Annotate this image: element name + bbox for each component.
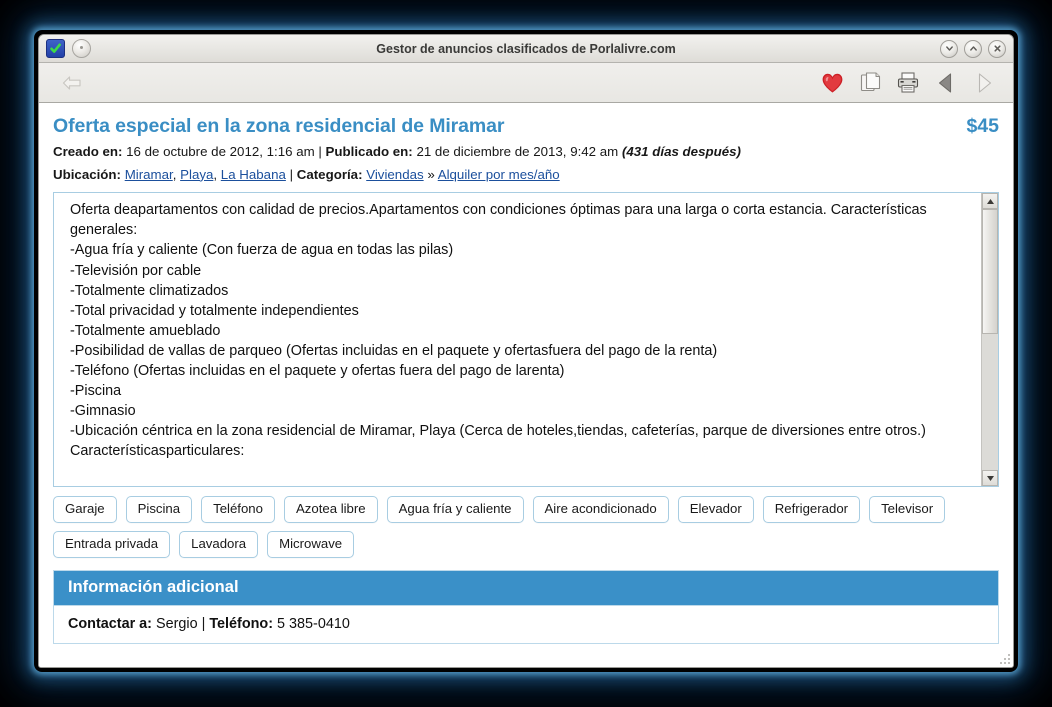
meta-separator: | — [318, 144, 321, 159]
maximize-button[interactable] — [964, 40, 982, 58]
window-menu-icon[interactable] — [72, 39, 91, 58]
location-link-miramar[interactable]: Miramar — [125, 167, 173, 182]
ad-dates-line: Creado en: 16 de octubre de 2012, 1:16 a… — [53, 144, 999, 161]
ad-header: Oferta especial en la zona residencial d… — [53, 115, 999, 138]
phone-label: Teléfono: — [209, 616, 273, 632]
amenity-tag[interactable]: Piscina — [126, 496, 193, 523]
window-controls — [940, 40, 1006, 58]
amenity-tag[interactable]: Lavadora — [179, 531, 258, 558]
published-label: Publicado en: — [326, 144, 413, 159]
elapsed-days: (431 días después) — [622, 144, 741, 159]
amenity-tag[interactable]: Microwave — [267, 531, 354, 558]
close-button[interactable] — [988, 40, 1006, 58]
additional-info-header: Información adicional — [54, 571, 998, 605]
toolbar-actions — [815, 67, 1001, 99]
amenity-tag[interactable]: Azotea libre — [284, 496, 378, 523]
amenity-tag[interactable]: Refrigerador — [763, 496, 860, 523]
window-title: Gestor de anuncios clasificados de Porla… — [39, 35, 1013, 63]
toolbar — [39, 63, 1013, 103]
description-text: Oferta deapartamentos con calidad de pre… — [70, 200, 973, 461]
created-label: Creado en: — [53, 144, 122, 159]
application-window: Gestor de anuncios clasificados de Porla… — [38, 34, 1014, 668]
copy-pages-icon[interactable] — [853, 67, 887, 99]
amenity-tag[interactable]: Elevador — [678, 496, 754, 523]
scrollbar-track[interactable] — [982, 209, 998, 470]
location-link-playa[interactable]: Playa — [180, 167, 213, 182]
contact-label: Contactar a: — [68, 616, 152, 632]
meta-separator-2: | — [290, 167, 293, 182]
description-panel: Oferta deapartamentos con calidad de pre… — [53, 192, 999, 487]
ad-price: $45 — [952, 115, 999, 138]
ad-title: Oferta especial en la zona residencial d… — [53, 115, 504, 138]
location-link-la-habana[interactable]: La Habana — [221, 167, 286, 182]
printer-icon[interactable] — [891, 67, 925, 99]
amenity-tag[interactable]: Aire acondicionado — [533, 496, 669, 523]
amenity-tag[interactable]: Agua fría y caliente — [387, 496, 524, 523]
description-scroll-viewport[interactable]: Oferta deapartamentos con calidad de pre… — [54, 193, 981, 486]
category-link-alquiler[interactable]: Alquiler por mes/año — [438, 167, 560, 182]
contact-separator: | — [202, 616, 206, 632]
scrollbar-thumb[interactable] — [982, 209, 998, 334]
checkmark-icon[interactable] — [46, 39, 65, 58]
published-value: 21 de diciembre de 2013, 9:42 am — [416, 144, 618, 159]
ad-content-area: Oferta especial en la zona residencial d… — [39, 103, 1013, 667]
ad-location-line: Ubicación: Miramar, Playa, La Habana | C… — [53, 167, 999, 184]
favorite-heart-icon[interactable] — [815, 67, 849, 99]
amenity-tag[interactable]: Teléfono — [201, 496, 275, 523]
title-bar[interactable]: Gestor de anuncios clasificados de Porla… — [39, 35, 1013, 63]
amenity-tag[interactable]: Entrada privada — [53, 531, 170, 558]
phone-value: 5 385-0410 — [277, 616, 350, 632]
created-value: 16 de octubre de 2012, 1:16 am — [126, 144, 315, 159]
back-arrow-icon[interactable] — [55, 67, 89, 99]
contact-info-row: Contactar a: Sergio | Teléfono: 5 385-04… — [54, 605, 998, 643]
minimize-button[interactable] — [940, 40, 958, 58]
contact-value: Sergio — [156, 616, 198, 632]
resize-grip[interactable] — [999, 653, 1011, 665]
desktop-background: Gestor de anuncios clasificados de Porla… — [0, 0, 1052, 707]
amenity-tag[interactable]: Garaje — [53, 496, 117, 523]
amenity-tag-list: Garaje Piscina Teléfono Azotea libre Agua fr… — [53, 496, 999, 558]
location-label: Ubicación: — [53, 167, 121, 182]
category-chevron: » — [427, 167, 434, 182]
amenity-tag[interactable]: Televisor — [869, 496, 945, 523]
category-label: Categoría: — [297, 167, 363, 182]
category-link-viviendas[interactable]: Viviendas — [366, 167, 423, 182]
title-bar-left-controls — [46, 39, 91, 58]
scroll-down-arrow-icon[interactable] — [982, 470, 998, 486]
scroll-up-arrow-icon[interactable] — [982, 193, 998, 209]
additional-info-panel: Información adicional Contactar a: Sergi… — [53, 570, 999, 644]
description-scrollbar[interactable] — [981, 193, 998, 486]
next-ad-icon[interactable] — [967, 67, 1001, 99]
previous-ad-icon[interactable] — [929, 67, 963, 99]
